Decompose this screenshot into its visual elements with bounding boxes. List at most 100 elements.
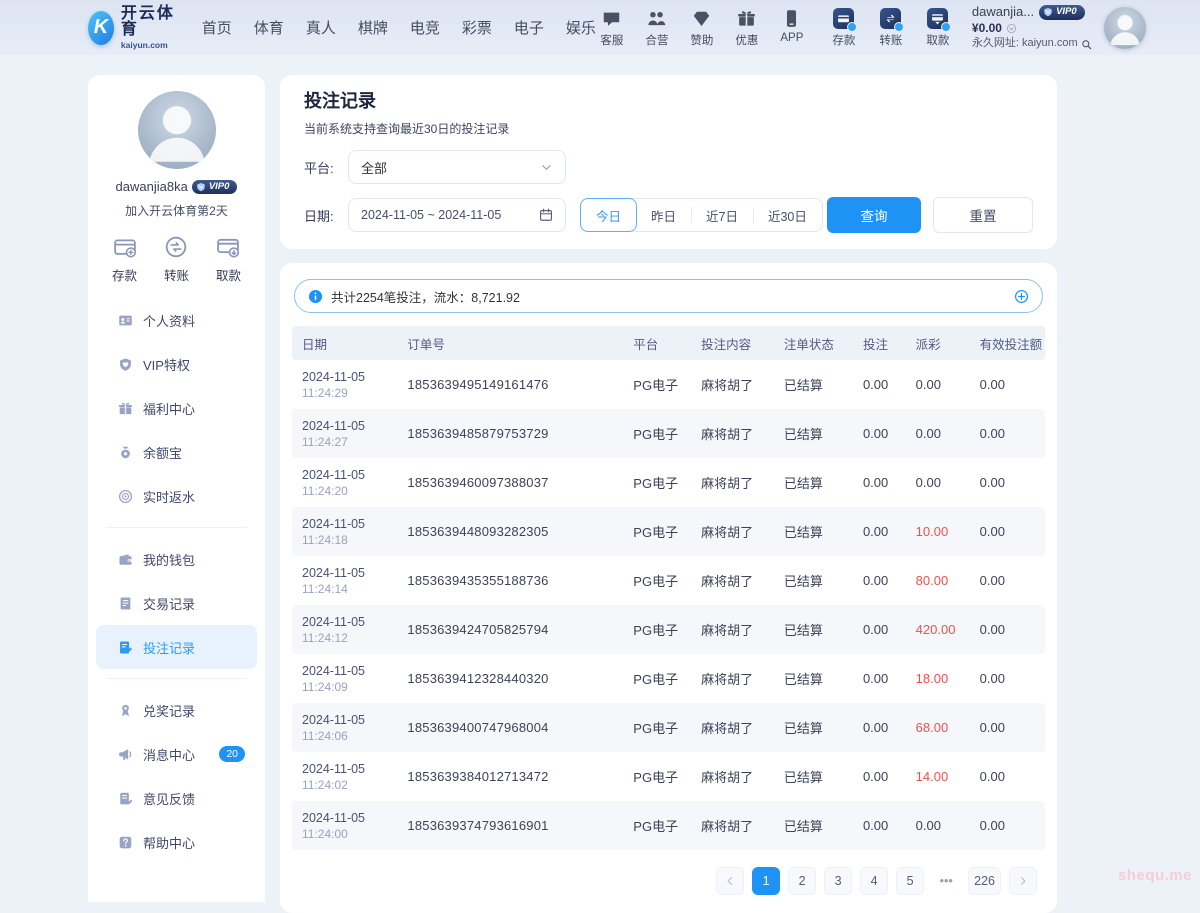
header-link-app[interactable]: APP [776, 8, 808, 48]
nav-item-1[interactable]: 首页 [202, 17, 232, 38]
cell-date: 2024-11-0511:24:09 [292, 664, 397, 694]
column-header-3: 平台 [623, 334, 691, 353]
cell-order-no: 1853639460097388037 [397, 475, 623, 490]
platform-select-value: 全部 [361, 158, 540, 177]
header-link-withdraw-tile[interactable]: 取款 [922, 8, 954, 48]
cell-platform: PG电子 [623, 375, 691, 394]
vip-shield-icon [1043, 7, 1053, 17]
nav-item-4[interactable]: 棋牌 [358, 17, 388, 38]
pagination-page-3[interactable]: 3 [824, 867, 852, 895]
search-icon[interactable] [1081, 39, 1092, 50]
quick-range-group: 今日昨日近7日近30日 [580, 198, 823, 232]
nav-item-5[interactable]: 电竞 [410, 17, 440, 38]
pagination-prev[interactable] [716, 867, 744, 895]
column-header-8: 有效投注额 [970, 334, 1045, 353]
cell-bet-content: 麻将胡了 [691, 620, 774, 639]
profile-avatar[interactable] [138, 91, 216, 169]
pagination-page-5[interactable]: 5 [896, 867, 924, 895]
profile-icon [118, 313, 133, 328]
user-avatar[interactable] [1104, 7, 1146, 49]
range-button-1[interactable]: 今日 [580, 198, 637, 232]
top-header: K 开云体育 kaiyun.com 首页 体育 真人 棋牌 电竞 彩票 电子 娱乐 客服 合营赞… [0, 0, 1200, 55]
date-label: 日期: [304, 206, 348, 225]
nav-item-7[interactable]: 电子 [514, 17, 544, 38]
yuebao-icon [118, 445, 133, 460]
balance-dropdown-icon[interactable] [1006, 23, 1017, 34]
sidebar-item-label: 实时返水 [143, 487, 195, 506]
brand-name: 开云体育 [121, 6, 176, 38]
sidebar-item-vip[interactable]: VIP特权 [96, 342, 257, 386]
joined-days-text: 加入开云体育第2天 [88, 202, 265, 219]
header-link-transfer-tile[interactable]: 转账 [875, 8, 907, 48]
platform-select[interactable]: 全部 [348, 150, 566, 184]
sidebar-item-messages[interactable]: 消息中心20 [96, 732, 257, 776]
table-body: 2024-11-0511:24:291853639495149161476PG电… [292, 360, 1045, 850]
cell-platform: PG电子 [623, 424, 691, 443]
nav-item-3[interactable]: 真人 [306, 17, 336, 38]
profile-vip-badge[interactable]: VIP0 [192, 180, 238, 194]
expand-plus-icon[interactable] [1014, 289, 1029, 304]
quick-action-withdraw-outline[interactable]: 取款 [216, 235, 241, 284]
sidebar-item-profile[interactable]: 个人资料 [96, 298, 257, 342]
range-button-4[interactable]: 近30日 [753, 199, 822, 231]
sidebar-item-welfare[interactable]: 福利中心 [96, 386, 257, 430]
quick-action-transfer-outline[interactable]: 转账 [164, 235, 189, 284]
vip-badge[interactable]: VIP0 [1039, 5, 1085, 20]
bet-date: 2024-11-05 [302, 713, 397, 727]
nav-item-2[interactable]: 体育 [254, 17, 284, 38]
pagination-page-1[interactable]: 1 [752, 867, 780, 895]
menu-divider [106, 527, 247, 528]
range-button-3[interactable]: 近7日 [691, 199, 753, 231]
sidebar-item-feedback[interactable]: 意见反馈 [96, 776, 257, 820]
header-link-label: 客服 [600, 32, 623, 48]
quick-action-label: 取款 [216, 265, 241, 284]
cell-platform: PG电子 [623, 522, 691, 541]
cell-status: 已结算 [774, 767, 853, 786]
header-link-partners[interactable]: 合营 [641, 8, 673, 48]
sidebar-item-yuebao[interactable]: 余额宝 [96, 430, 257, 474]
table-row: 2024-11-0511:24:121853639424705825794PG电… [292, 605, 1045, 654]
pagination-next[interactable] [1009, 867, 1037, 895]
site-logo[interactable]: K 开云体育 kaiyun.com [88, 6, 176, 50]
partners-icon [647, 8, 666, 29]
header-link-chat[interactable]: 客服 [596, 8, 628, 48]
reset-button[interactable]: 重置 [933, 197, 1033, 233]
search-button[interactable]: 查询 [827, 197, 921, 233]
cell-platform: PG电子 [623, 718, 691, 737]
header-link-deposit-tile[interactable]: 存款 [828, 8, 860, 48]
bet-time: 11:24:09 [302, 680, 397, 694]
cell-bet-content: 麻将胡了 [691, 718, 774, 737]
header-link-sponsor[interactable]: 赞助 [686, 8, 718, 48]
pagination-page-226[interactable]: 226 [968, 867, 1001, 895]
date-range-input[interactable]: 2024-11-05 ~ 2024-11-05 [348, 198, 566, 232]
cell-bet-content: 麻将胡了 [691, 522, 774, 541]
cell-bet-content: 麻将胡了 [691, 473, 774, 492]
results-card: 共计2254笔投注，流水：8,721.92 日期订单号平台投注内容注单状态投注派… [280, 263, 1057, 913]
sidebar-item-wallet[interactable]: 我的钱包 [96, 537, 257, 581]
quick-action-deposit-outline[interactable]: 存款 [112, 235, 137, 284]
sidebar-item-prize[interactable]: 兑奖记录 [96, 688, 257, 732]
sidebar-item-help[interactable]: 帮助中心 [96, 820, 257, 864]
cell-date: 2024-11-0511:24:00 [292, 811, 397, 841]
sidebar-item-label: 消息中心 [143, 745, 195, 764]
header-link-promo[interactable]: 优惠 [731, 8, 763, 48]
sidebar-item-bets[interactable]: 投注记录 [96, 625, 257, 669]
nav-item-8[interactable]: 娱乐 [566, 17, 596, 38]
cell-bet-content: 麻将胡了 [691, 767, 774, 786]
bet-date: 2024-11-05 [302, 811, 397, 825]
nav-item-6[interactable]: 彩票 [462, 17, 492, 38]
avatar-placeholder-icon [138, 91, 216, 169]
sponsor-icon [692, 8, 711, 29]
prize-icon [118, 703, 133, 718]
pagination-page-2[interactable]: 2 [788, 867, 816, 895]
pagination-page-4[interactable]: 4 [860, 867, 888, 895]
sidebar-item-label: 个人资料 [143, 311, 195, 330]
column-header-2: 订单号 [397, 334, 623, 353]
cell-order-no: 1853639424705825794 [397, 622, 623, 637]
bet-time: 11:24:18 [302, 533, 397, 547]
sidebar-item-rebate[interactable]: 实时返水 [96, 474, 257, 518]
bet-time: 11:24:27 [302, 435, 397, 449]
sidebar-item-transactions[interactable]: 交易记录 [96, 581, 257, 625]
range-button-2[interactable]: 昨日 [636, 199, 691, 231]
cell-payout: 0.00 [906, 475, 970, 490]
